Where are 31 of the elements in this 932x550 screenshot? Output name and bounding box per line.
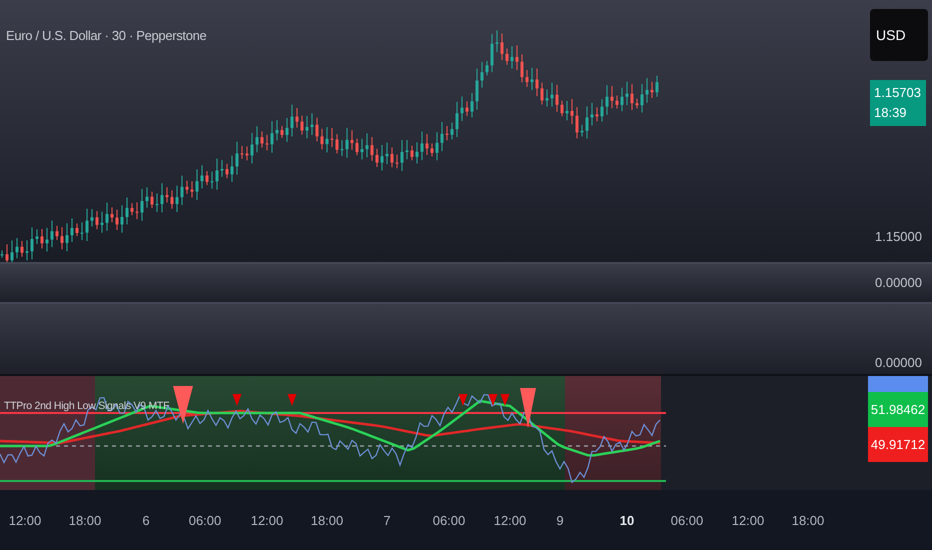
chart-title: Euro / U.S. Dollar · 30 · Pepperstone (6, 27, 206, 45)
signal-marker (520, 388, 536, 428)
time-axis-label: 12:00 (494, 512, 526, 530)
time-axis-label: 6 (142, 512, 150, 530)
time-axis-label: 10 (620, 512, 634, 530)
countdown-timer: 18:39 (874, 104, 908, 122)
currency-button[interactable]: USD (870, 9, 928, 61)
price-axis-label: 1.15000 (875, 228, 922, 246)
signal-marker (288, 394, 296, 406)
time-axis-label: 12:00 (732, 512, 764, 530)
pane-axis-label: 0.00000 (875, 354, 922, 372)
time-axis-label: 06:00 (432, 512, 466, 530)
value-badge: 49.91712 (868, 427, 928, 462)
time-axis-label: 9 (556, 512, 564, 530)
signal-marker (173, 386, 193, 424)
signal-marker (232, 394, 242, 406)
time-axis-label: 18:00 (792, 512, 824, 530)
time-axis-label: 7 (383, 512, 391, 530)
last-price: 1.15703 (874, 84, 922, 102)
time-axis-label: 12:00 (8, 512, 42, 530)
time-axis-label: 06:00 (188, 512, 222, 530)
value-tag (868, 376, 928, 392)
time-axis-label: 18:00 (68, 512, 102, 530)
time-axis-label: 06:00 (670, 512, 704, 530)
signal-marker (500, 394, 510, 406)
time-axis-label: 12:00 (250, 512, 284, 530)
signal-marker (458, 394, 468, 406)
value-badge: 51.98462 (868, 392, 928, 427)
pane-axis-label: 0.00000 (875, 274, 922, 292)
signal-marker (488, 394, 498, 406)
time-axis-label: 18:00 (310, 512, 344, 530)
